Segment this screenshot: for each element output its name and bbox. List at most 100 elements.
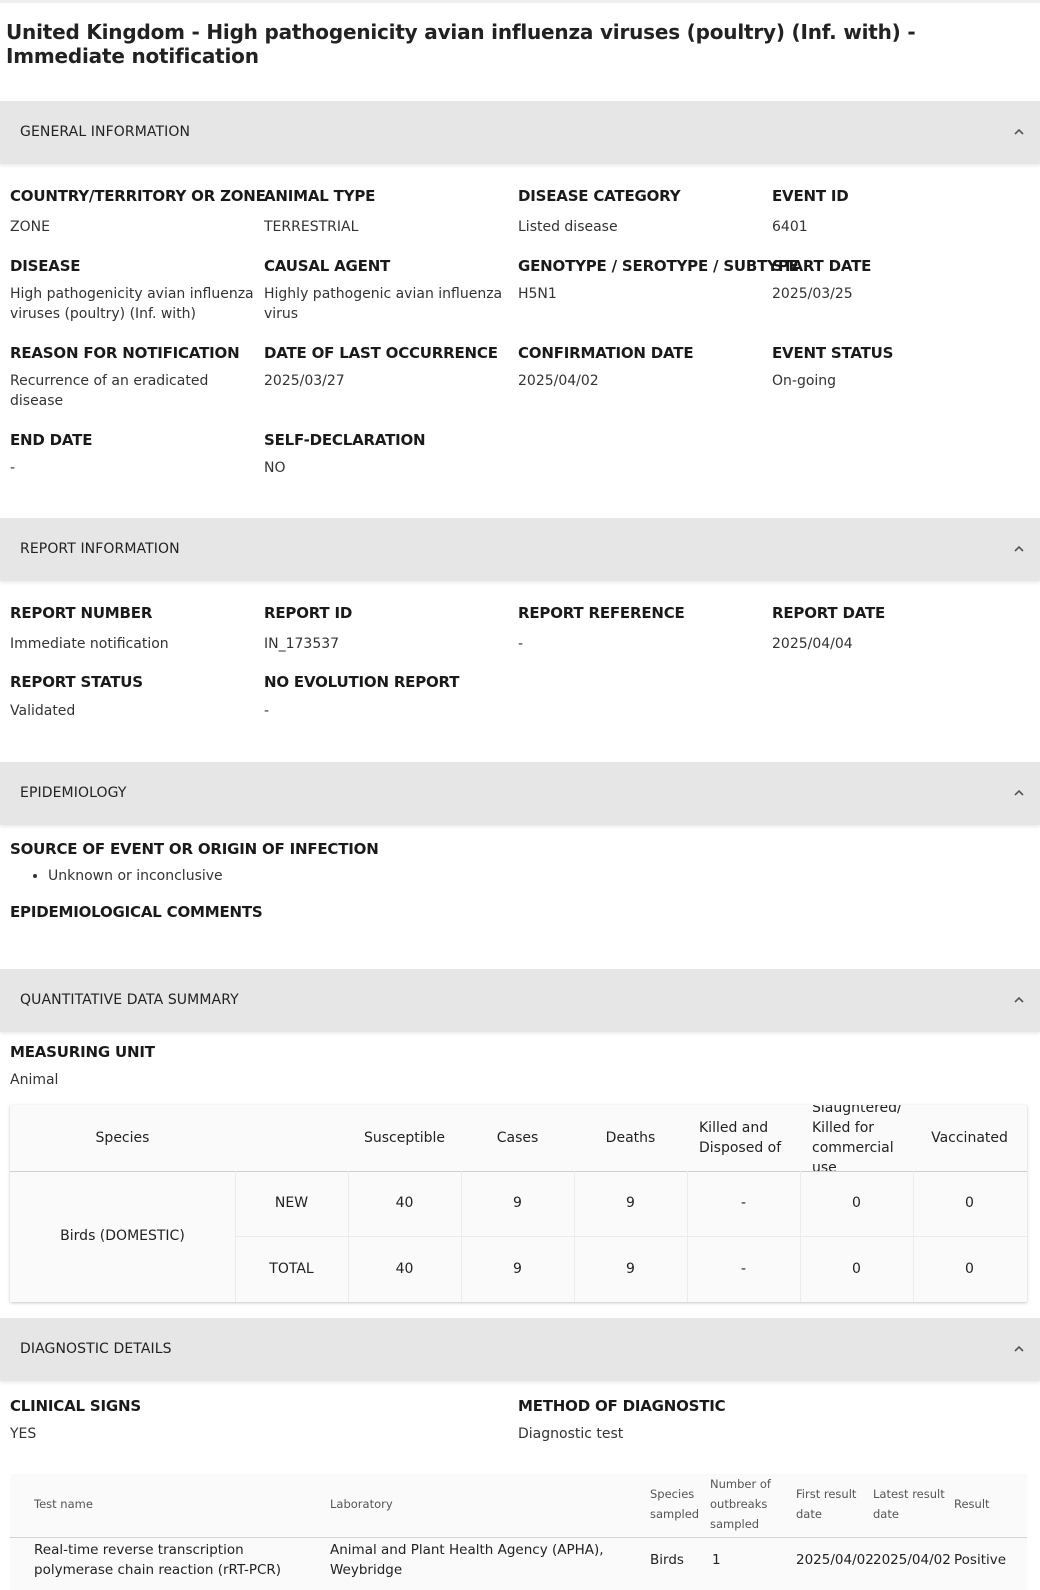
field-value: 2025/03/25 [772,286,853,302]
field-label: SELF-DECLARATION [264,431,426,449]
diagnostic-table: Test name Laboratory Species sampled Num… [10,1474,1027,1590]
field-value: IN_173537 [264,636,340,652]
column-header: Latest result date [873,1487,945,1521]
field-value: H5N1 [518,286,557,302]
source-list: Unknown or inconclusive [32,866,223,886]
page-title: United Kingdom - High pathogenicity avia… [6,20,916,68]
outbreaks-sampled-cell: 1 [712,1552,721,1568]
table-cell: 0 [852,1261,861,1277]
field-value: High pathogenicity avian influenza virus… [10,286,254,322]
section-epidemiology[interactable]: EPIDEMIOLOGY [0,762,1040,825]
measuring-unit-value: Animal [10,1072,59,1088]
clinical-signs-label: CLINICAL SIGNS [10,1397,141,1415]
source-label: SOURCE OF EVENT OR ORIGIN OF INFECTION [10,840,379,858]
section-title: QUANTITATIVE DATA SUMMARY [20,992,239,1008]
field-label: DISEASE [10,257,81,275]
row-label: TOTAL [269,1261,314,1277]
chevron-up-icon[interactable] [1012,993,1026,1007]
chevron-up-icon[interactable] [1012,125,1026,139]
table-cell: 9 [626,1261,635,1277]
field-label: CAUSAL AGENT [264,257,391,275]
row-divider [235,1236,1027,1237]
section-diagnostic-details[interactable]: DIAGNOSTIC DETAILS [0,1318,1040,1381]
field-label: REASON FOR NOTIFICATION [10,344,240,362]
laboratory-cell: Animal and Plant Health Agency (APHA), W… [330,1542,604,1578]
table-cell: - [740,1261,747,1277]
chevron-up-icon[interactable] [1012,786,1026,800]
field-label: ANIMAL TYPE [264,187,376,205]
field-value: 2025/03/27 [264,373,345,389]
field-value: ZONE [10,219,50,235]
row-label: NEW [274,1195,309,1211]
field-value: - [10,460,16,476]
field-label: GENOTYPE / SEROTYPE / SUBTYPE [518,257,799,275]
field-label: REPORT STATUS [10,673,143,691]
method-of-diagnostic-label: METHOD OF DIAGNOSTIC [518,1397,726,1415]
species-cell: Birds (DOMESTIC) [60,1228,185,1244]
clinical-signs-value: YES [10,1426,37,1442]
method-of-diagnostic-value: Diagnostic test [518,1426,624,1442]
quantitative-table: Species Susceptible Cases Deaths Killed … [10,1105,1027,1302]
field-label: EVENT ID [772,187,849,205]
field-value: Immediate notification [10,636,169,652]
table-cell: 0 [965,1261,974,1277]
section-quantitative-data-summary[interactable]: QUANTITATIVE DATA SUMMARY [0,969,1040,1032]
section-title: REPORT INFORMATION [20,541,180,557]
table-cell: 9 [513,1195,522,1211]
field-value: NO [264,460,286,476]
field-label: DISEASE CATEGORY [518,187,681,205]
field-value: - [518,636,524,652]
test-name-cell: Real-time reverse transcription polymera… [34,1542,282,1578]
species-sampled-cell: Birds [650,1552,684,1568]
section-general-information[interactable]: GENERAL INFORMATION [0,101,1040,164]
field-label: REPORT NUMBER [10,604,153,622]
section-title: GENERAL INFORMATION [20,124,191,140]
epidemiological-comments-label: EPIDEMIOLOGICAL COMMENTS [10,903,263,921]
table-cell: - [740,1195,747,1211]
first-result-date-cell: 2025/04/02 [796,1552,874,1568]
table-cell: 9 [513,1261,522,1277]
latest-result-date-cell: 2025/04/02 [873,1552,951,1568]
column-header: First result date [796,1487,857,1521]
field-value: On-going [772,373,837,389]
section-report-information[interactable]: REPORT INFORMATION [0,518,1040,581]
field-label: REPORT DATE [772,604,886,622]
header-divider [10,1537,1027,1538]
field-label: EVENT STATUS [772,344,894,362]
field-value: 2025/04/02 [518,373,599,389]
section-title: EPIDEMIOLOGY [20,785,127,801]
column-header: Slaughtered/ Killed for commercial use [812,1105,902,1176]
field-value: TERRESTRIAL [264,219,359,235]
field-value: Listed disease [518,219,618,235]
field-value: Highly pathogenic avian influenza virus [264,286,503,322]
field-label: REPORT REFERENCE [518,604,685,622]
measuring-unit-label: MEASURING UNIT [10,1043,155,1061]
column-header: Laboratory [330,1497,393,1511]
field-label: DATE OF LAST OCCURRENCE [264,344,498,362]
field-label: START DATE [772,257,872,275]
column-header: Deaths [605,1130,656,1146]
column-header: Vaccinated [931,1130,1008,1146]
top-divider [0,0,1040,3]
list-item: Unknown or inconclusive [48,866,223,886]
field-value: Validated [10,703,76,719]
column-header: Species sampled [650,1487,700,1521]
field-label: END DATE [10,431,93,449]
field-label: NO EVOLUTION REPORT [264,673,460,691]
column-header: Species [95,1130,150,1146]
table-cell: 9 [626,1195,635,1211]
result-cell: Positive [954,1552,1007,1568]
column-header: Cases [496,1130,539,1146]
column-header: Susceptible [363,1130,446,1146]
field-label: COUNTRY/TERRITORY OR ZONE [10,187,266,205]
field-value: - [264,703,270,719]
column-header: Number of outbreaks sampled [710,1477,771,1531]
chevron-up-icon[interactable] [1012,1342,1026,1356]
section-title: DIAGNOSTIC DETAILS [20,1341,172,1357]
field-value: Recurrence of an eradicated disease [10,373,209,409]
table-cell: 40 [395,1261,414,1277]
column-header: Killed and Disposed of [699,1120,782,1156]
chevron-up-icon[interactable] [1012,542,1026,556]
field-label: CONFIRMATION DATE [518,344,694,362]
table-cell: 40 [395,1195,414,1211]
